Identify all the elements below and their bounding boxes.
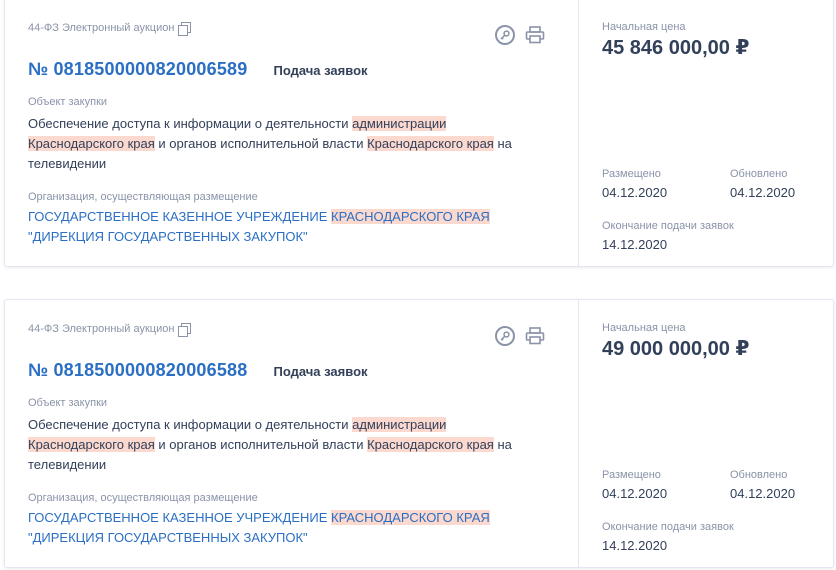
- card-actions: [495, 326, 545, 346]
- object-text: Обеспечение доступа к информации о деяте…: [28, 417, 353, 432]
- card-actions: [495, 25, 545, 45]
- deadline-label: Окончание подачи заявок: [602, 220, 734, 232]
- price-value: 45 846 000,00 ₽: [602, 37, 750, 59]
- placed-label: Размещено: [602, 469, 661, 481]
- procurement-type: 44-ФЗ Электронный аукцион: [28, 323, 192, 337]
- search-highlight: администрации: [352, 116, 447, 131]
- object-description: Обеспечение доступа к информации о деяте…: [28, 415, 538, 475]
- price-label: Начальная цена: [602, 322, 686, 334]
- object-text: Обеспечение доступа к информации о деяте…: [28, 116, 353, 131]
- organization-text: "ДИРЕКЦИЯ ГОСУДАРСТВЕННЫХ ЗАКУПОК": [28, 229, 308, 244]
- procurement-type: 44-ФЗ Электронный аукцион: [28, 22, 192, 36]
- procurement-card: 44-ФЗ Электронный аукцион № 081850000082…: [4, 0, 834, 267]
- search-highlight: Краснодарского края: [28, 437, 155, 452]
- search-highlight: Краснодарского края: [367, 437, 494, 452]
- object-label: Объект закупки: [28, 96, 108, 108]
- search-highlight: КРАСНОДАРСКОГО КРАЯ: [331, 209, 490, 224]
- organization-link[interactable]: ГОСУДАРСТВЕННОЕ КАЗЕННОЕ УЧРЕЖДЕНИЕ КРАС…: [28, 508, 548, 548]
- updated-label: Обновлено: [730, 469, 788, 481]
- object-description: Обеспечение доступа к информации о деяте…: [28, 114, 538, 174]
- search-highlight: Краснодарского края: [28, 136, 155, 151]
- deadline-label: Окончание подачи заявок: [602, 521, 734, 533]
- placed-label: Размещено: [602, 168, 661, 180]
- status-badge: Подача заявок: [273, 63, 368, 78]
- number-row: № 0818500000820006589 Подача заявок: [28, 59, 368, 80]
- status-badge: Подача заявок: [273, 364, 368, 379]
- card-main: 44-ФЗ Электронный аукцион № 081850000082…: [5, 300, 579, 567]
- copy-icon[interactable]: [178, 323, 192, 337]
- procurement-card: 44-ФЗ Электронный аукцион № 081850000082…: [4, 299, 834, 568]
- deadline-date: 14.12.2020: [602, 538, 668, 553]
- placed-date: 04.12.2020: [602, 185, 668, 200]
- search-highlight: КРАСНОДАРСКОГО КРАЯ: [331, 510, 490, 525]
- law-type-label: 44-ФЗ Электронный аукцион: [28, 323, 175, 335]
- card-side: Начальная цена 49 000 000,00 ₽ Размещено…: [579, 300, 833, 567]
- copy-icon[interactable]: [178, 22, 192, 36]
- number-row: № 0818500000820006588 Подача заявок: [28, 360, 368, 381]
- updated-label: Обновлено: [730, 168, 788, 180]
- price-label: Начальная цена: [602, 21, 686, 33]
- organization-text: ГОСУДАРСТВЕННОЕ КАЗЕННОЕ УЧРЕЖДЕНИЕ: [28, 209, 332, 224]
- object-text: и органов исполнительной власти: [154, 437, 368, 452]
- law-type-label: 44-ФЗ Электронный аукцион: [28, 22, 175, 34]
- placed-date: 04.12.2020: [602, 486, 668, 501]
- card-side: Начальная цена 45 846 000,00 ₽ Размещено…: [579, 0, 833, 266]
- object-text: и органов исполнительной власти: [154, 136, 368, 151]
- updated-date: 04.12.2020: [730, 486, 796, 501]
- procurement-number-link[interactable]: № 0818500000820006589: [28, 59, 247, 80]
- organization-text: "ДИРЕКЦИЯ ГОСУДАРСТВЕННЫХ ЗАКУПОК": [28, 530, 308, 545]
- deadline-date: 14.12.2020: [602, 237, 668, 252]
- organization-label: Организация, осуществляющая размещение: [28, 492, 258, 504]
- key-icon[interactable]: [495, 25, 515, 45]
- printer-icon[interactable]: [525, 326, 545, 346]
- key-icon[interactable]: [495, 326, 515, 346]
- card-main: 44-ФЗ Электронный аукцион № 081850000082…: [5, 0, 579, 266]
- organization-label: Организация, осуществляющая размещение: [28, 191, 258, 203]
- object-label: Объект закупки: [28, 397, 108, 409]
- procurement-number-link[interactable]: № 0818500000820006588: [28, 360, 247, 381]
- organization-text: ГОСУДАРСТВЕННОЕ КАЗЕННОЕ УЧРЕЖДЕНИЕ: [28, 510, 332, 525]
- organization-link[interactable]: ГОСУДАРСТВЕННОЕ КАЗЕННОЕ УЧРЕЖДЕНИЕ КРАС…: [28, 207, 548, 247]
- search-highlight: Краснодарского края: [367, 136, 494, 151]
- printer-icon[interactable]: [525, 25, 545, 45]
- price-value: 49 000 000,00 ₽: [602, 338, 750, 360]
- updated-date: 04.12.2020: [730, 185, 796, 200]
- search-highlight: администрации: [352, 417, 447, 432]
